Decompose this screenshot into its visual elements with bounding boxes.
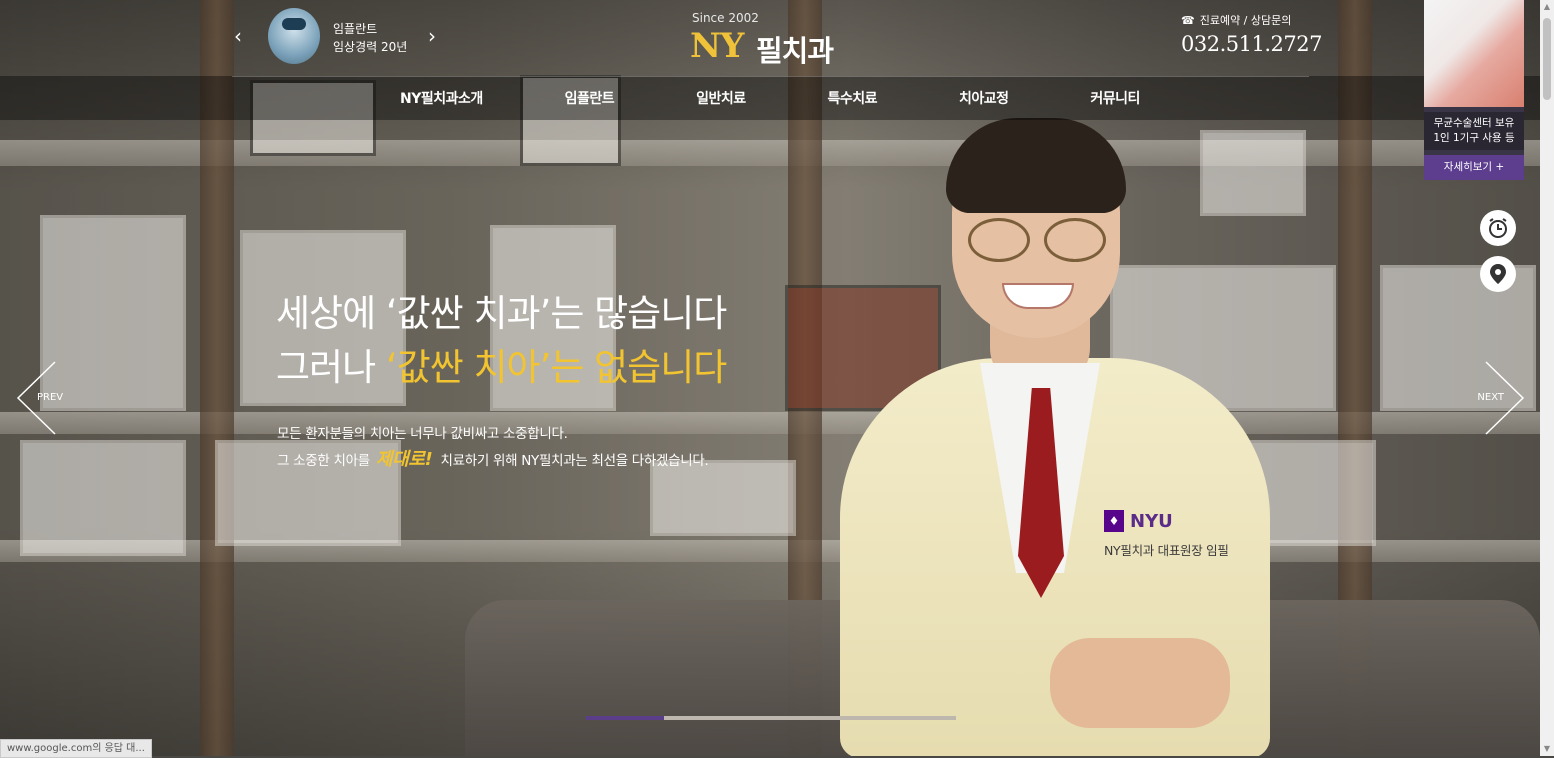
slider-next-button[interactable]: NEXT (1466, 360, 1526, 436)
doctor-caption: NY필치과 대표원장 임필 (1104, 543, 1229, 558)
subcopy-line1: 모든 환자분들의 치아는 너무나 값비싸고 소중합니다. (277, 426, 568, 442)
directions-button[interactable] (1480, 256, 1516, 292)
nyu-logo-text: NYU (1130, 510, 1173, 532)
contact-phone[interactable]: 032.511.2727 (1181, 32, 1322, 56)
logo-since: Since 2002 (692, 11, 759, 25)
browser-status-url: www.google.com의 응답 대... (0, 739, 152, 758)
main-nav: NY필치과소개 임플란트 일반치료 특수치료 치아교정 커뮤니티 (380, 76, 1160, 120)
nav-item-orthodontics[interactable]: 치아교정 (959, 88, 1009, 108)
site-logo[interactable]: Since 2002 NY 필치과 (690, 8, 860, 68)
subcopy-line2: 그 소중한 치아를 제대로! 치료하기 위해 NY필치과는 최선을 다하겠습니다. (277, 449, 709, 470)
promo-line1[interactable]: 임플란트 (333, 20, 377, 37)
next-label: NEXT (1477, 392, 1504, 403)
promo-avatar[interactable] (268, 8, 320, 64)
side-banner-text: 무균수술센터 보유 1인 1기구 사용 등 (1424, 112, 1524, 150)
framed-certificate (20, 440, 186, 556)
contact-info: ☎ 진료예약 / 상담문의 032.511.2727 (1181, 12, 1322, 57)
side-banner-image (1424, 0, 1524, 107)
logo-name: 필치과 (756, 34, 834, 68)
hero-headline: 세상에 ‘값싼 치과’는 많습니다 그러나 ‘값싼 치아’는 없습니다 (276, 287, 727, 395)
nav-item-special[interactable]: 특수치료 (828, 88, 878, 108)
promo-rotator: ‹ 임플란트 임상경력 20년 › (232, 8, 442, 68)
scroll-up-icon[interactable]: ▲ (1540, 0, 1554, 14)
slider-prev-button[interactable]: PREV (15, 360, 75, 436)
clinic-hours-button[interactable] (1480, 210, 1516, 246)
logo-mark: NY (690, 26, 744, 66)
nav-item-general[interactable]: 일반치료 (696, 88, 746, 108)
prev-label: PREV (37, 392, 64, 403)
side-banner-more-button[interactable]: 자세히보기 + (1424, 155, 1524, 180)
hero-subcopy: 모든 환자분들의 치아는 너무나 값비싸고 소중합니다. 그 소중한 치아를 제대… (277, 422, 709, 474)
page-scrollbar[interactable]: ▲ ▼ (1540, 0, 1554, 756)
promo-prev-arrow-icon[interactable]: ‹ (234, 26, 242, 46)
doctor-badge: ♦ NYU NY필치과 대표원장 임필 (1104, 510, 1229, 559)
nav-item-community[interactable]: 커뮤니티 (1090, 88, 1140, 108)
side-banner[interactable]: 무균수술센터 보유 1인 1기구 사용 등 자세히보기 + (1424, 0, 1524, 180)
clock-icon (1489, 218, 1507, 238)
scrollbar-thumb[interactable] (1543, 18, 1551, 100)
slider-progress-bar[interactable] (586, 716, 956, 720)
slider-progress-fill (586, 716, 664, 720)
headline-line2: 그러나 ‘값싼 치아’는 없습니다 (276, 346, 727, 389)
promo-line2[interactable]: 임상경력 20년 (333, 38, 407, 55)
nav-item-about[interactable]: NY필치과소개 (400, 88, 483, 108)
headline-gold-text: ‘값싼 치아’는 없습니다 (385, 346, 727, 389)
nyu-torch-icon: ♦ (1104, 510, 1124, 532)
scroll-down-icon[interactable]: ▼ (1540, 742, 1554, 756)
nav-item-implant[interactable]: 임플란트 (565, 88, 615, 108)
location-pin-icon (1490, 264, 1506, 284)
headline-line1: 세상에 ‘값싼 치과’는 많습니다 (276, 292, 727, 335)
contact-label: 진료예약 / 상담문의 (1199, 14, 1292, 27)
doctor-photo (820, 118, 1280, 756)
phone-icon: ☎ (1181, 13, 1195, 27)
subcopy-emphasis: 제대로! (375, 449, 433, 470)
promo-next-arrow-icon[interactable]: › (428, 26, 436, 46)
